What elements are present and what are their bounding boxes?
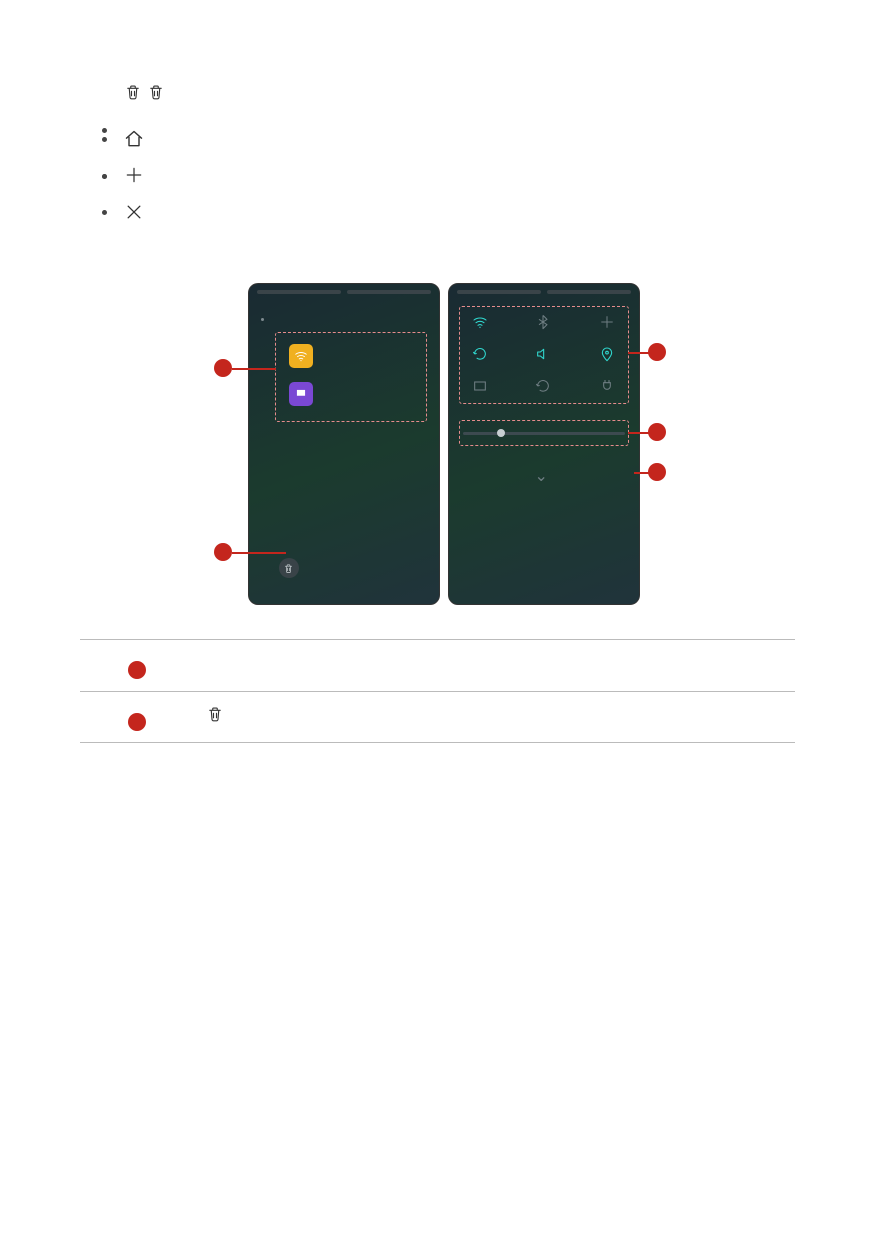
plug-icon [599,378,615,394]
notification-panel-figure: ⌄ [88,279,788,619]
callout-marker-4 [648,423,666,441]
callout-marker-5 [648,343,666,361]
trash-icon [124,82,142,102]
callout-marker-1 [214,359,232,377]
list-item [102,199,795,230]
quick-toggles-row [449,346,639,362]
quick-toggles-row [449,314,639,330]
phone-tabbar [457,290,631,302]
notification-tile-icon [289,382,313,406]
callout-marker-2 [214,543,232,561]
clear-all-button[interactable] [279,558,299,578]
notification-tile-icon [289,344,313,368]
data-icon [599,314,615,330]
cast-icon [472,378,488,394]
callout-legend-table [80,639,795,743]
table-row [80,640,795,692]
callout-lead [628,352,650,354]
legend-text-1 [194,640,795,692]
bluetooth-icon [535,314,551,330]
brightness-slider[interactable] [463,432,625,435]
phone-mock-left [248,283,440,605]
chevron-down-icon[interactable]: ⌄ [535,462,548,492]
callout-marker-1 [128,661,146,679]
wifi-icon [472,314,488,330]
dot-icon [261,318,264,321]
sound-icon [535,346,551,362]
list-item [102,162,795,193]
intro-line [124,80,795,111]
trash-icon [206,704,224,724]
callout-lead [634,472,650,474]
home-icon [124,129,144,149]
close-icon [124,202,144,222]
phone-tabbar [257,290,431,302]
rotate-icon [472,346,488,362]
slider-thumb[interactable] [497,429,505,437]
legend-num-cell [80,640,194,692]
callout-marker-3 [648,463,666,481]
table-row [80,691,795,743]
location-icon [599,346,615,362]
trash-icon [147,82,165,102]
bullet-list-gestione [80,126,795,230]
callout-lead [628,432,650,434]
callout-marker-2 [128,713,146,731]
plus-icon [124,165,144,185]
sync-icon [535,378,551,394]
list-item [102,126,795,157]
quick-toggles-row [449,378,639,394]
legend-num-cell [80,691,194,743]
legend-text-2 [194,691,795,743]
callout-lead [232,368,276,370]
phone-mock-right: ⌄ [448,283,640,605]
callout-lead [232,552,286,554]
